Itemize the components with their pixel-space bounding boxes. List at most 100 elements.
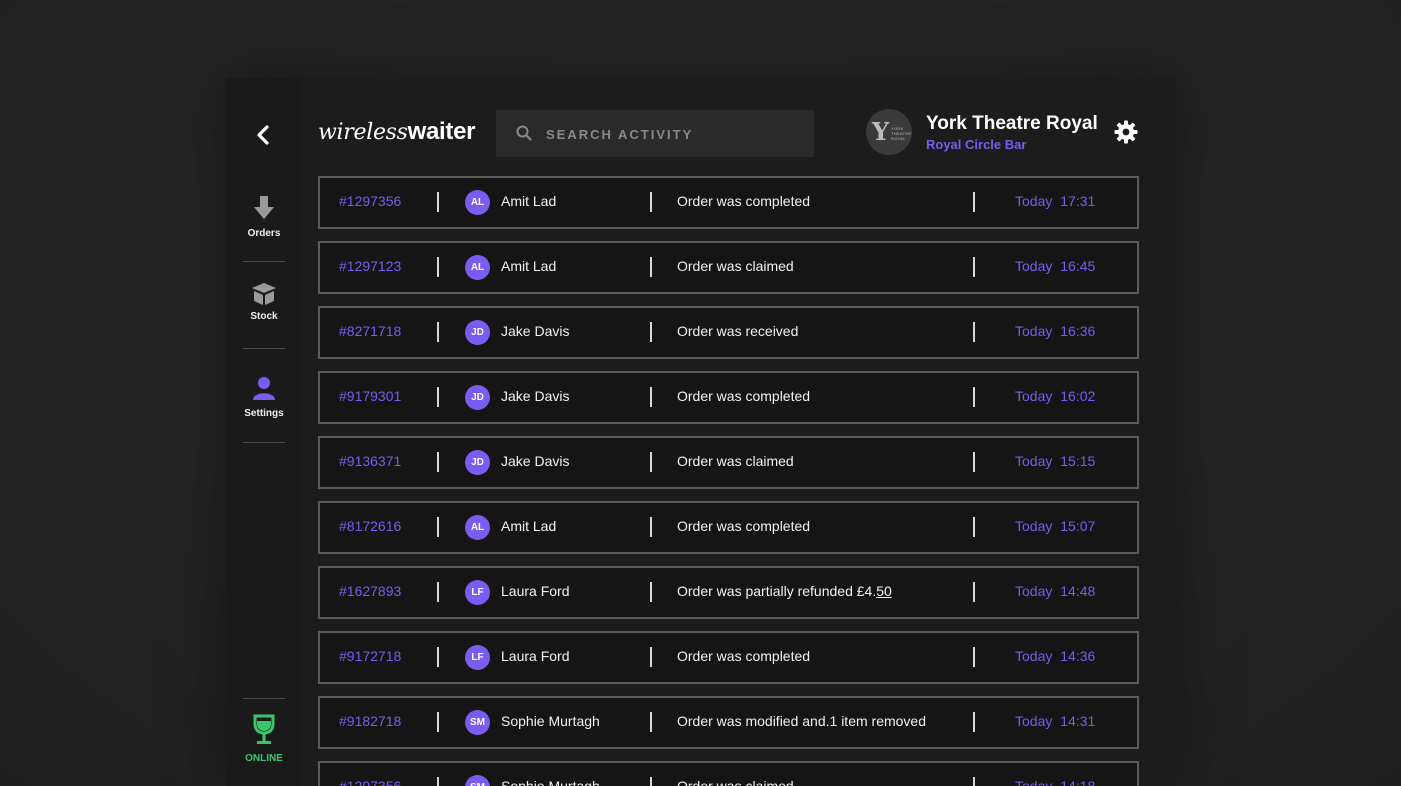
activity-row[interactable]: #1297123 AL Amit Lad Order was claimed Today… — [318, 241, 1139, 294]
staff-name: Laura Ford — [501, 583, 570, 599]
activity-message: Order was partially refunded £4.50 — [677, 583, 892, 599]
search-bar[interactable] — [496, 110, 814, 159]
sidebar-divider — [243, 261, 285, 262]
box-icon — [252, 283, 276, 305]
column-divider — [650, 257, 652, 277]
column-divider — [650, 712, 652, 732]
activity-row[interactable]: #8271718 JD Jake Davis Order was received To… — [318, 306, 1139, 359]
staff-name: Amit Lad — [501, 193, 557, 209]
sidebar-divider — [243, 442, 285, 443]
staff-name: Jake Davis — [501, 453, 570, 469]
activity-row[interactable]: #9179301 JD Jake Davis Order was completed T… — [318, 371, 1139, 424]
column-divider — [437, 257, 439, 277]
column-divider — [650, 192, 652, 212]
search-input[interactable] — [544, 110, 798, 159]
column-divider — [973, 712, 975, 732]
activity-row[interactable]: #1627893 LF Laura Ford Order was partially … — [318, 566, 1139, 619]
activity-message: Order was completed — [677, 518, 811, 534]
column-divider — [973, 257, 975, 277]
activity-row[interactable]: #9172718 LF Laura Ford Order was completed T… — [318, 631, 1139, 684]
app-logo: wirelesswaiter — [318, 118, 476, 145]
activity-time: Today 16:45 — [1015, 258, 1096, 274]
avatar: AL — [465, 515, 490, 540]
venue-bar-name[interactable]: Royal Circle Bar — [926, 137, 1026, 152]
column-divider — [973, 647, 975, 667]
gear-icon — [1114, 120, 1138, 144]
activity-message: Order was completed — [677, 648, 811, 664]
column-divider — [650, 452, 652, 472]
status-online[interactable]: ONLINE — [236, 714, 292, 764]
settings-button[interactable] — [1114, 120, 1138, 144]
column-divider — [437, 387, 439, 407]
sidebar-item-label: Stock — [250, 311, 278, 322]
activity-message: Order was received — [677, 323, 799, 339]
sidebar-item-orders[interactable]: Orders — [243, 196, 285, 239]
column-divider — [973, 322, 975, 342]
column-divider — [973, 192, 975, 212]
column-divider — [973, 387, 975, 407]
activity-time: Today 14:48 — [1015, 583, 1096, 599]
avatar: AL — [465, 190, 490, 215]
search-icon — [516, 125, 532, 141]
column-divider — [437, 777, 439, 786]
arrow-down-icon — [254, 196, 274, 219]
order-id-link[interactable]: #1297123 — [339, 258, 401, 274]
sidebar-divider — [243, 698, 285, 699]
activity-time: Today 15:07 — [1015, 518, 1096, 534]
wine-glass-icon — [253, 714, 275, 744]
column-divider — [973, 452, 975, 472]
staff-name: Amit Lad — [501, 258, 557, 274]
back-button[interactable] — [252, 123, 276, 147]
staff-name: Sophie Murtagh — [501, 778, 600, 786]
venue-name: York Theatre Royal — [926, 113, 1098, 134]
column-divider — [437, 192, 439, 212]
column-divider — [437, 647, 439, 667]
activity-row[interactable]: #8172616 AL Amit Lad Order was completed Tod… — [318, 501, 1139, 554]
column-divider — [973, 517, 975, 537]
order-id-link[interactable]: #9136371 — [339, 453, 401, 469]
column-divider — [437, 517, 439, 537]
activity-time: Today 14:31 — [1015, 713, 1096, 729]
sidebar: Orders Stock Settings ONLINE — [226, 78, 301, 786]
activity-time: Today 16:02 — [1015, 388, 1096, 404]
avatar: SM — [465, 775, 490, 786]
activity-row[interactable]: #9136371 JD Jake Davis Order was claimed Tod… — [318, 436, 1139, 489]
order-id-link[interactable]: #9182718 — [339, 713, 401, 729]
activity-row[interactable]: #1297356 SM Sophie Murtagh Order was claime… — [318, 761, 1139, 786]
order-id-link[interactable]: #9179301 — [339, 388, 401, 404]
column-divider — [650, 582, 652, 602]
order-id-link[interactable]: #1627893 — [339, 583, 401, 599]
activity-time: Today 15:15 — [1015, 453, 1096, 469]
venue-logo: Y YORK THEATRE ROYAL — [866, 109, 912, 155]
avatar: JD — [465, 450, 490, 475]
column-divider — [973, 582, 975, 602]
order-id-link[interactable]: #8271718 — [339, 323, 401, 339]
header: wirelesswaiter Y YORK THEATRE ROYAL York… — [318, 108, 1148, 159]
app-window: Orders Stock Settings ONLINE wirelesswai… — [226, 78, 1175, 786]
activity-message: Order was completed — [677, 193, 811, 209]
column-divider — [650, 517, 652, 537]
activity-time: Today 14:18 — [1015, 778, 1096, 786]
sidebar-item-settings[interactable]: Settings — [243, 376, 285, 419]
activity-message: Order was claimed — [677, 258, 794, 274]
order-id-link[interactable]: #1297356 — [339, 778, 401, 786]
staff-name: Jake Davis — [501, 323, 570, 339]
column-divider — [650, 777, 652, 786]
column-divider — [973, 777, 975, 786]
column-divider — [650, 322, 652, 342]
chevron-left-icon — [257, 125, 269, 145]
order-id-link[interactable]: #1297356 — [339, 193, 401, 209]
sidebar-item-stock[interactable]: Stock — [243, 282, 285, 322]
staff-name: Sophie Murtagh — [501, 713, 600, 729]
avatar: AL — [465, 255, 490, 280]
sidebar-divider — [243, 348, 285, 349]
column-divider — [650, 387, 652, 407]
activity-row[interactable]: #9182718 SM Sophie Murtagh Order was modifi… — [318, 696, 1139, 749]
activity-time: Today 16:36 — [1015, 323, 1096, 339]
activity-row[interactable]: #1297356 AL Amit Lad Order was completed Tod… — [318, 176, 1139, 229]
activity-message: Order was completed — [677, 388, 811, 404]
column-divider — [437, 322, 439, 342]
avatar: LF — [465, 580, 490, 605]
order-id-link[interactable]: #8172616 — [339, 518, 401, 534]
order-id-link[interactable]: #9172718 — [339, 648, 401, 664]
